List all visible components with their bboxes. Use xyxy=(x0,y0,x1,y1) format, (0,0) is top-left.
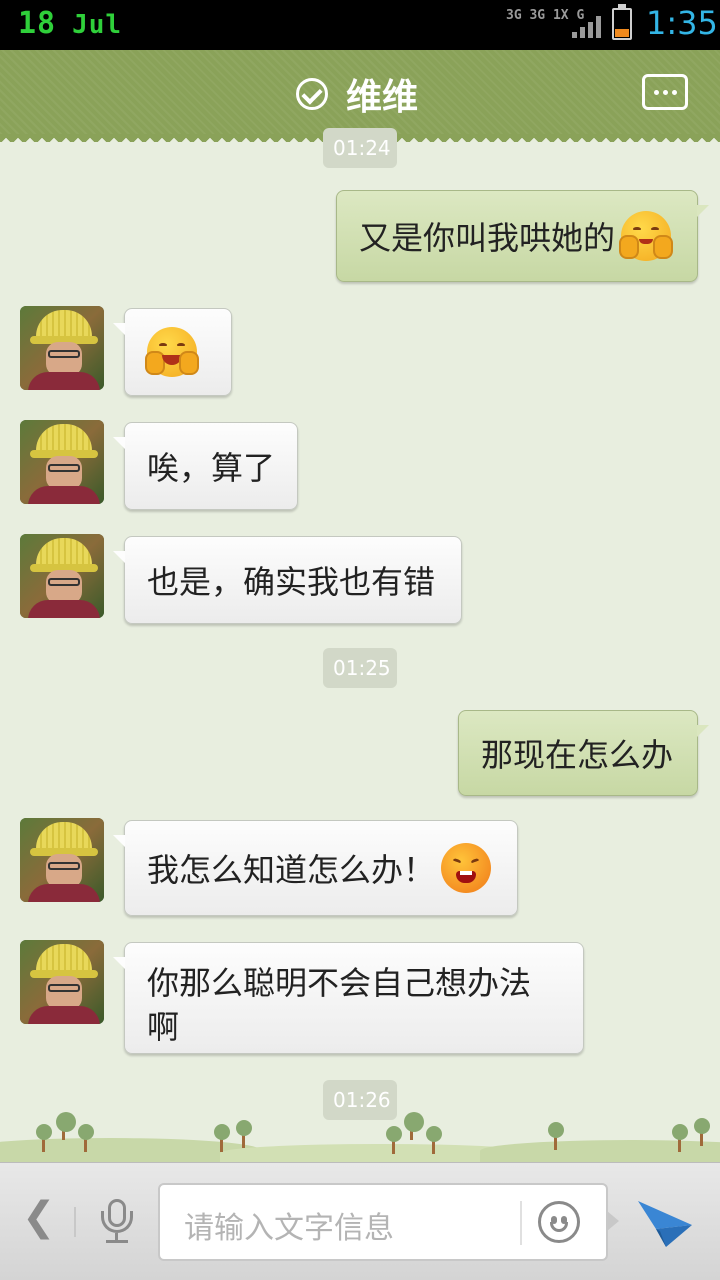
avatar[interactable] xyxy=(20,306,104,390)
divider xyxy=(520,1201,522,1245)
status-month: Jul xyxy=(72,10,123,40)
more-options-button[interactable] xyxy=(642,74,688,110)
message-bubble-incoming[interactable]: 也是，确实我也有错 xyxy=(113,536,462,624)
message-input[interactable]: 请输入文字信息 xyxy=(158,1183,619,1261)
chat-title: 维维 xyxy=(346,77,419,118)
back-chevron-icon[interactable]: ❮ xyxy=(22,1197,56,1237)
message-bubble-outgoing[interactable]: 那现在怎么办 xyxy=(458,710,709,796)
message-text: 又是你叫我哄她的 xyxy=(359,219,616,257)
landscape-decoration xyxy=(0,1100,720,1162)
message-text: 也是，确实我也有错 xyxy=(147,563,436,601)
status-bar: 18 Jul 3G 3G 1X G 1:35 xyxy=(0,0,720,50)
message-bubble-incoming[interactable]: 你那么聪明不会自己想办法啊 xyxy=(113,942,584,1054)
message-bubble-outgoing[interactable]: 又是你叫我哄她的 xyxy=(336,190,709,282)
divider xyxy=(74,1207,76,1237)
shy-emoji-icon xyxy=(619,211,674,261)
input-bar: ❮ 请输入文字信息 xyxy=(0,1162,720,1280)
message-text: 我怎么知道怎么办！ xyxy=(147,851,436,889)
message-input-placeholder: 请输入文字信息 xyxy=(184,1211,394,1246)
laughing-emoji-icon xyxy=(145,327,199,377)
verified-check-icon xyxy=(296,78,328,110)
status-time: 1:35 xyxy=(646,4,718,42)
smiley-icon[interactable] xyxy=(538,1201,580,1243)
message-bubble-incoming[interactable]: 我怎么知道怎么办！ xyxy=(113,820,518,916)
microphone-icon[interactable] xyxy=(98,1199,136,1243)
message-bubble-incoming[interactable]: 唉，算了 xyxy=(113,422,298,510)
message-bubble-incoming[interactable] xyxy=(113,308,232,396)
send-icon[interactable] xyxy=(636,1195,694,1249)
avatar[interactable] xyxy=(20,420,104,504)
status-date: 18 Jul xyxy=(18,6,122,41)
avatar[interactable] xyxy=(20,818,104,902)
status-day: 18 xyxy=(18,6,57,41)
avatar[interactable] xyxy=(20,534,104,618)
timestamp: 01:25 xyxy=(323,648,397,688)
message-text: 那现在怎么办 xyxy=(481,736,674,774)
timestamp: 01:24 xyxy=(323,128,397,168)
signal-icon xyxy=(572,16,602,38)
avatar[interactable] xyxy=(20,940,104,1024)
battery-icon xyxy=(612,4,632,40)
chat-header: 维维 xyxy=(0,50,720,142)
message-text: 唉，算了 xyxy=(147,449,276,487)
angry-emoji-icon xyxy=(441,843,492,893)
message-text: 你那么聪明不会自己想办法啊 xyxy=(147,964,532,1046)
